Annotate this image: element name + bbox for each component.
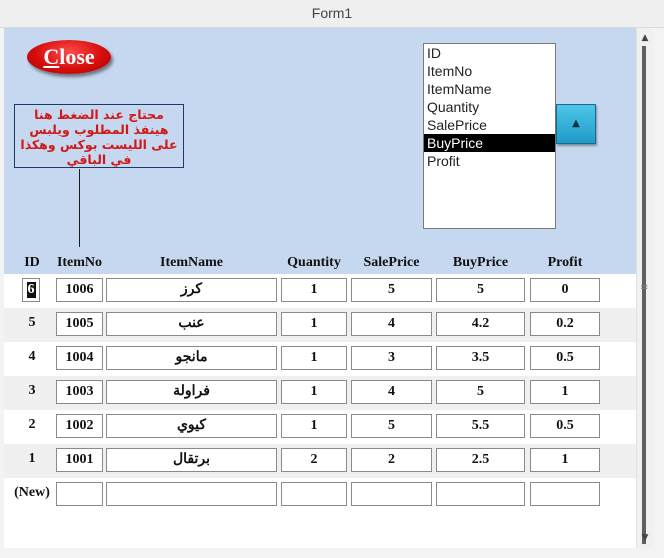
column-header-itemname[interactable]: ItemName [106, 252, 277, 274]
cell-saleprice[interactable]: 4 [351, 380, 432, 404]
cell-saleprice[interactable]: 2 [351, 448, 432, 472]
listbox-item-quantity[interactable]: Quantity [424, 98, 555, 116]
cell-profit[interactable]: 0 [530, 278, 600, 302]
cell-quantity[interactable]: 1 [281, 312, 347, 336]
cell-saleprice[interactable]: 5 [351, 414, 432, 438]
column-header-buyprice[interactable]: BuyPrice [436, 252, 525, 274]
new-row-cell[interactable] [351, 482, 432, 506]
new-row[interactable]: (New) [4, 478, 636, 512]
cell-profit[interactable]: 1 [530, 448, 600, 472]
column-header-quantity[interactable]: Quantity [281, 252, 347, 274]
cell-saleprice[interactable]: 5 [351, 278, 432, 302]
listbox-item-itemno[interactable]: ItemNo [424, 62, 555, 80]
table-row[interactable]: 1 1001 برتقال 2 2 2.5 1 [4, 444, 636, 478]
cell-profit[interactable]: 0.2 [530, 312, 600, 336]
cell-quantity[interactable]: 1 [281, 346, 347, 370]
new-row-cell[interactable] [56, 482, 103, 506]
cell-itemno[interactable]: 1001 [56, 448, 103, 472]
form-client-area: Close محتاج عند الضغط هنا هينفذ المطلوب … [4, 28, 636, 548]
new-row-cell[interactable] [106, 482, 277, 506]
cell-itemname[interactable]: مانجو [106, 346, 277, 370]
cell-itemname[interactable]: كرز [106, 278, 277, 302]
cell-itemname[interactable]: برتقال [106, 448, 277, 472]
listbox-item-id[interactable]: ID [424, 44, 555, 62]
cell-itemno[interactable]: 1004 [56, 346, 103, 370]
cell-id[interactable]: 2 [8, 414, 56, 438]
close-button[interactable]: Close [27, 40, 111, 74]
cell-profit[interactable]: 0.5 [530, 346, 600, 370]
listbox-item-profit[interactable]: Profit [424, 152, 555, 170]
cell-id[interactable]: 4 [8, 346, 56, 370]
listbox-item-buyprice[interactable]: BuyPrice [424, 134, 555, 152]
note-label: محتاج عند الضغط هنا هينفذ المطلوب ويلبس … [14, 104, 184, 168]
cell-profit[interactable]: 0.5 [530, 414, 600, 438]
cell-itemno[interactable]: 1006 [56, 278, 103, 302]
cell-buyprice[interactable]: 5 [436, 278, 525, 302]
table-row[interactable]: 3 1003 فراولة 1 4 5 1 [4, 376, 636, 410]
table-row[interactable]: 5 1005 عنب 1 4 4.2 0.2 [4, 308, 636, 342]
cell-itemname[interactable]: فراولة [106, 380, 277, 404]
table-row[interactable]: 2 1002 كيوي 1 5 5.5 0.5 [4, 410, 636, 444]
top-panel: Close محتاج عند الضغط هنا هينفذ المطلوب … [4, 28, 636, 274]
table-row[interactable]: 4 1004 مانجو 1 3 3.5 0.5 [4, 342, 636, 376]
form-window: Form1 Close محتاج عند الضغط هنا هينفذ ال… [0, 0, 664, 558]
cell-itemno[interactable]: 1002 [56, 414, 103, 438]
move-up-button[interactable]: ▲ [556, 104, 596, 144]
cell-itemno[interactable]: 1003 [56, 380, 103, 404]
grid-resize-grip-icon: ≡ [640, 282, 649, 293]
cell-buyprice[interactable]: 3.5 [436, 346, 525, 370]
scroll-up-arrow-icon[interactable]: ▲ [637, 30, 653, 46]
close-button-accel: C [43, 44, 60, 69]
cell-id[interactable]: 3 [8, 380, 56, 404]
cell-quantity[interactable]: 1 [281, 380, 347, 404]
cell-saleprice[interactable]: 4 [351, 312, 432, 336]
cell-id[interactable]: 1 [8, 448, 56, 472]
cell-buyprice[interactable]: 4.2 [436, 312, 525, 336]
cell-itemname[interactable]: كيوي [106, 414, 277, 438]
cell-buyprice[interactable]: 5 [436, 380, 525, 404]
column-header-itemno[interactable]: ItemNo [56, 252, 103, 274]
triangle-up-icon: ▲ [572, 118, 580, 129]
cell-saleprice[interactable]: 3 [351, 346, 432, 370]
cell-quantity[interactable]: 1 [281, 414, 347, 438]
window-title: Form1 [0, 0, 664, 28]
column-header-saleprice[interactable]: SalePrice [351, 252, 432, 274]
column-header-id[interactable]: ID [8, 252, 56, 274]
cell-profit[interactable]: 1 [530, 380, 600, 404]
new-row-cell[interactable] [281, 482, 347, 506]
new-row-label[interactable]: (New) [8, 482, 56, 506]
column-listbox[interactable]: ID ItemNo ItemName Quantity SalePrice BuyPric… [423, 43, 556, 229]
cell-quantity[interactable]: 2 [281, 448, 347, 472]
cell-buyprice[interactable]: 5.5 [436, 414, 525, 438]
cell-id[interactable]: 6 [22, 278, 40, 302]
scroll-down-arrow-icon[interactable]: ▼ [637, 530, 653, 546]
new-row-cell[interactable] [530, 482, 600, 506]
note-connector-line [79, 169, 80, 247]
cell-itemname[interactable]: عنب [106, 312, 277, 336]
column-header-profit[interactable]: Profit [530, 252, 600, 274]
cell-quantity[interactable]: 1 [281, 278, 347, 302]
scrollbar-thumb[interactable] [642, 46, 646, 544]
cell-buyprice[interactable]: 2.5 [436, 448, 525, 472]
cell-itemno[interactable]: 1005 [56, 312, 103, 336]
listbox-item-saleprice[interactable]: SalePrice [424, 116, 555, 134]
new-row-cell[interactable] [436, 482, 525, 506]
table-row[interactable]: 6 1006 كرز 1 5 5 0 [4, 274, 636, 308]
cell-id[interactable]: 5 [8, 312, 56, 336]
listbox-item-itemname[interactable]: ItemName [424, 80, 555, 98]
close-button-label: lose [59, 44, 95, 69]
